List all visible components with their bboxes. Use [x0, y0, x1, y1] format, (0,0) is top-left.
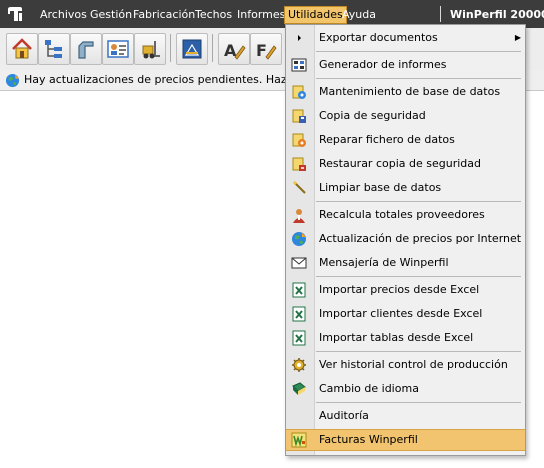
menu-utilidades[interactable]: Utilidades: [284, 6, 347, 24]
menu-separator: [316, 402, 521, 403]
menu-item-label: Mantenimiento de base de datos: [319, 85, 501, 98]
menu-item-reparar-fichero[interactable]: Reparar fichero de datos: [286, 129, 525, 151]
edit-icon: A: [224, 41, 246, 60]
toolbar-separator: [212, 34, 213, 62]
edit-formula-button[interactable]: F: [250, 33, 282, 65]
menu-item-historial-produccion[interactable]: Ver historial control de producción: [286, 354, 525, 376]
globe-update-icon: [5, 73, 20, 88]
svg-text:F: F: [256, 41, 267, 60]
restore-icon: [292, 157, 306, 171]
invoice-icon: [291, 432, 307, 448]
menu-item-importar-tablas[interactable]: Importar tablas desde Excel: [286, 327, 525, 349]
menu-item-facturas-winperfil[interactable]: Facturas Winperfil: [286, 429, 525, 451]
menu-item-copia-seguridad[interactable]: Copia de seguridad: [286, 105, 525, 127]
profile-icon: [78, 41, 94, 59]
notification-text: Hay actualizaciones de precios pendiente…: [24, 73, 300, 86]
menu-archivos[interactable]: Archivos: [38, 7, 89, 23]
menu-item-label: Generador de informes: [319, 58, 447, 71]
menu-item-label: Restaurar copia de seguridad: [319, 157, 481, 170]
bullet-icon: [298, 35, 301, 41]
menu-item-label: Facturas Winperfil: [319, 433, 418, 446]
menu-separator: [316, 351, 521, 352]
menu-item-label: Actualización de precios por Internet: [319, 232, 522, 245]
menu-item-label: Importar clientes desde Excel: [319, 307, 483, 320]
globe-icon: [292, 232, 306, 246]
menu-item-label: Mensajería de Winperfil: [319, 256, 449, 269]
menu-item-label: Exportar documentos: [319, 31, 438, 44]
wand-icon: [292, 180, 306, 194]
report-generator-icon: [291, 58, 307, 72]
excel-icon: [292, 282, 306, 298]
menu-item-cambio-idioma[interactable]: Cambio de idioma: [286, 378, 525, 400]
utilidades-dropdown-menu: Exportar documentos ▶ Generador de infor…: [285, 24, 526, 456]
menu-item-exportar-documentos[interactable]: Exportar documentos ▶: [286, 27, 525, 49]
menu-item-auditoria[interactable]: Auditoría: [286, 405, 525, 427]
menu-separator: [316, 78, 521, 79]
toolbar-separator: [170, 34, 171, 62]
menu-item-label: Reparar fichero de datos: [319, 133, 455, 146]
menu-item-label: Recalcula totales proveedores: [319, 208, 485, 221]
menu-separator: [316, 276, 521, 277]
blueprint-button[interactable]: [176, 33, 208, 65]
forklift-icon: [142, 41, 160, 59]
book-icon: [292, 382, 306, 395]
app-logo-icon[interactable]: [6, 5, 24, 23]
edit-formula-icon: F: [256, 41, 277, 60]
menu-item-label: Ver historial control de producción: [319, 358, 508, 371]
window-title: WinPerfil 20000 -: [450, 8, 544, 21]
tree-button[interactable]: [38, 33, 70, 65]
blueprint-icon: [182, 39, 202, 59]
menu-item-mensajeria[interactable]: Mensajería de Winperfil: [286, 252, 525, 274]
id-card-icon: [107, 40, 129, 58]
submenu-arrow-icon: ▶: [514, 33, 521, 42]
menu-fabricacion[interactable]: Fabricación: [131, 7, 197, 23]
repair-file-icon: [292, 133, 306, 147]
menu-item-limpiar-bd[interactable]: Limpiar base de datos: [286, 177, 525, 199]
profile-button[interactable]: [70, 33, 102, 65]
home-button[interactable]: [6, 33, 38, 65]
menu-item-label: Importar tablas desde Excel: [319, 331, 474, 344]
menu-item-actualizacion-precios[interactable]: Actualización de precios por Internet: [286, 228, 525, 250]
menu-item-label: Cambio de idioma: [319, 382, 419, 395]
menu-item-importar-clientes[interactable]: Importar clientes desde Excel: [286, 303, 525, 325]
excel-icon: [292, 330, 306, 346]
menu-item-label: Importar precios desde Excel: [319, 283, 480, 296]
menu-item-label: Auditoría: [319, 409, 369, 422]
gear-icon: [292, 358, 306, 372]
menu-item-label: Limpiar base de datos: [319, 181, 442, 194]
mail-icon: [291, 257, 307, 269]
edit-button[interactable]: A: [218, 33, 250, 65]
menu-item-importar-precios[interactable]: Importar precios desde Excel: [286, 279, 525, 301]
menu-item-generador-informes[interactable]: Generador de informes: [286, 54, 525, 76]
tree-icon: [45, 40, 62, 58]
id-card-button[interactable]: [102, 33, 134, 65]
menu-informes[interactable]: Informes: [235, 7, 287, 23]
menu-techos[interactable]: Techos: [193, 7, 234, 23]
db-maintenance-icon: [292, 85, 306, 99]
menu-gestion[interactable]: Gestión: [88, 7, 134, 23]
menu-ayuda[interactable]: Ayuda: [340, 7, 378, 23]
supplier-icon: [293, 209, 305, 223]
menu-separator: [316, 51, 521, 52]
home-icon: [12, 38, 32, 59]
menu-item-mantenimiento-bd[interactable]: Mantenimiento de base de datos: [286, 81, 525, 103]
excel-icon: [292, 306, 306, 322]
forklift-button[interactable]: [134, 33, 166, 65]
menu-separator: [316, 201, 521, 202]
backup-icon: [292, 109, 306, 123]
title-separator: [440, 6, 441, 22]
menu-item-restaurar-copia[interactable]: Restaurar copia de seguridad: [286, 153, 525, 175]
menu-item-recalcula-totales[interactable]: Recalcula totales proveedores: [286, 204, 525, 226]
menu-item-label: Copia de seguridad: [319, 109, 426, 122]
